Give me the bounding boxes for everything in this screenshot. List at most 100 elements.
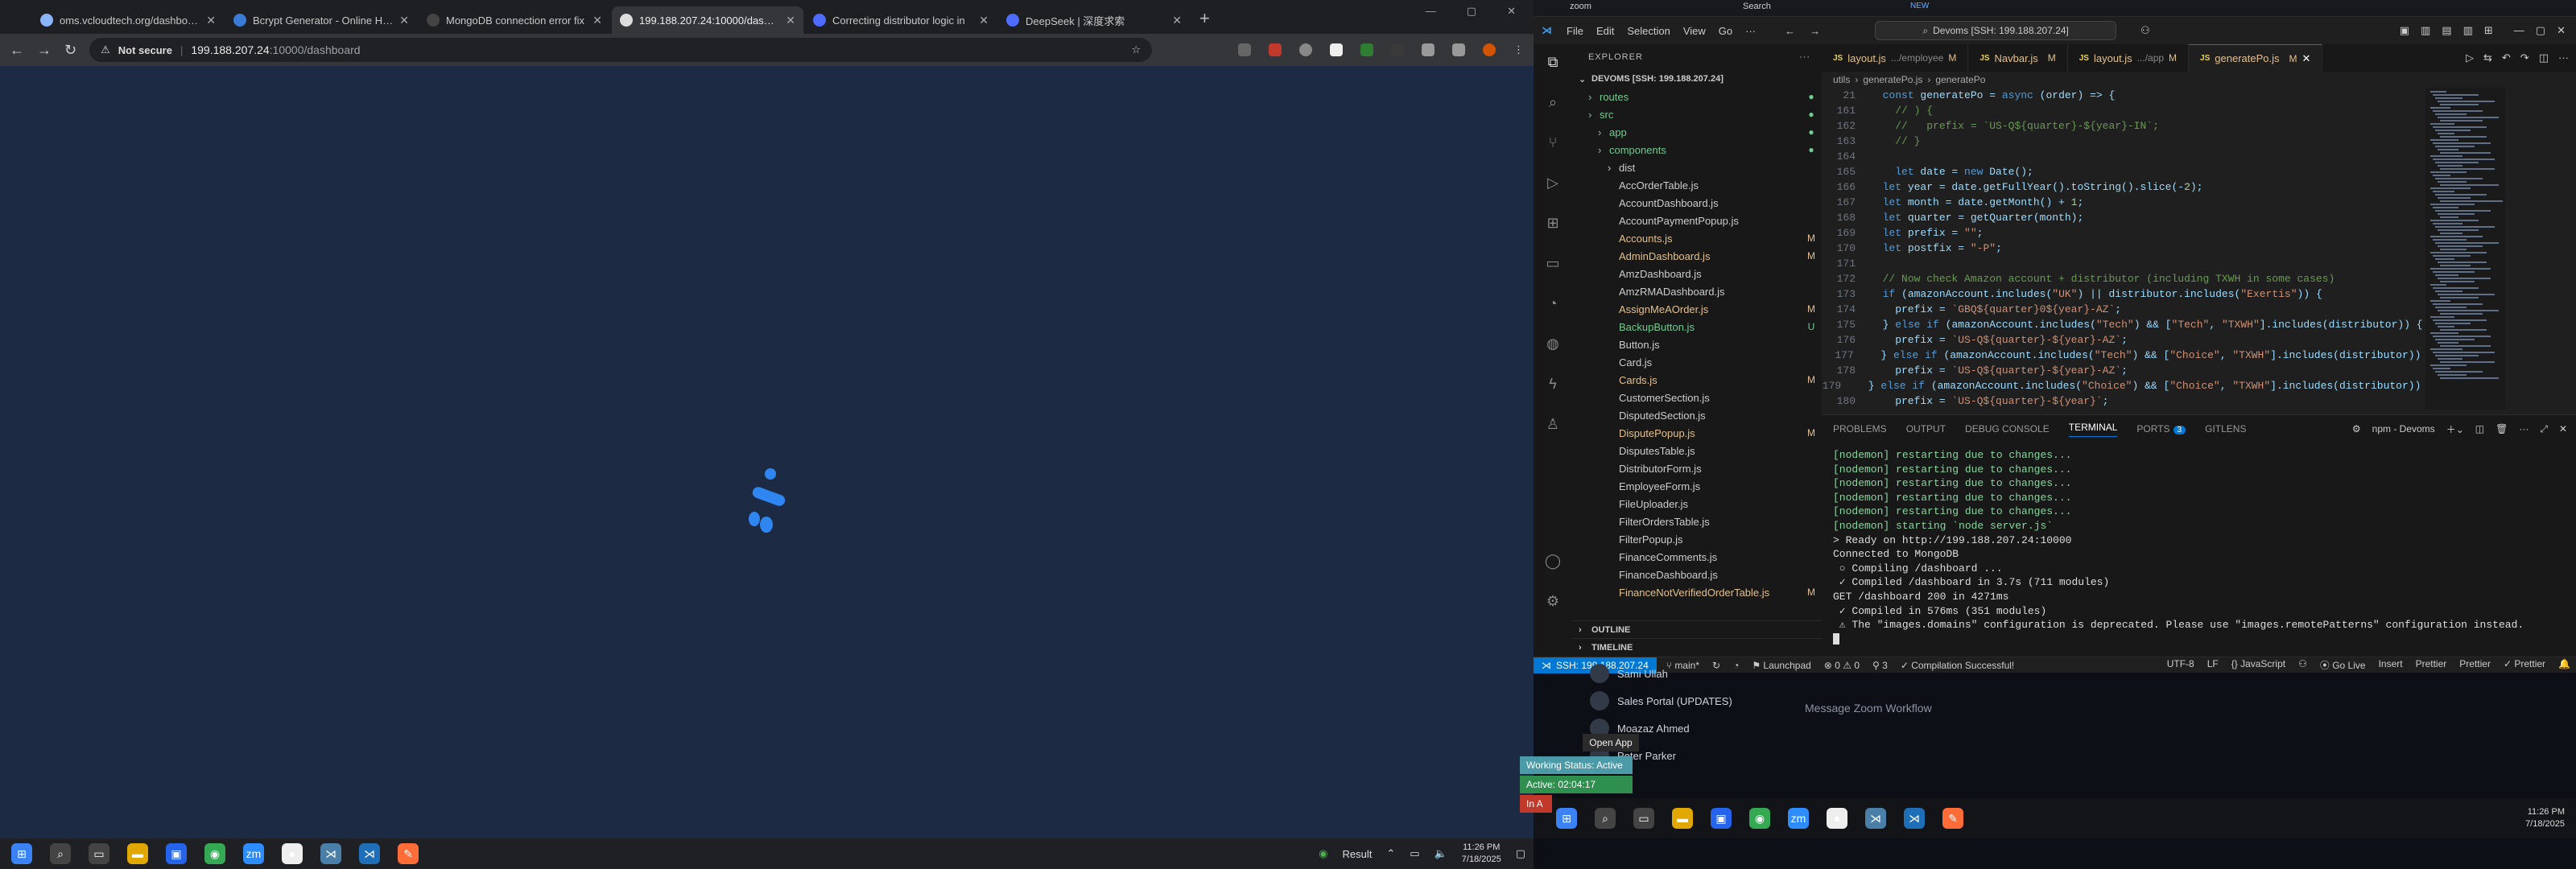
code-line[interactable]: 163 // } [1822, 134, 2434, 149]
maximize-icon[interactable]: ▢ [2536, 24, 2545, 37]
search-icon[interactable]: ⌕ [50, 843, 71, 864]
breadcrumb-item[interactable]: utils [1833, 74, 1850, 85]
code-line[interactable]: 174 prefix = `GBQ${quarter}0${year}-AZ`; [1822, 302, 2434, 317]
explorer-file[interactable]: DisputePopup.js M [1572, 424, 1822, 442]
vscode-active-icon[interactable]: ⋊ [359, 843, 380, 864]
code-line[interactable]: 162 // prefix = `US-Q${quarter}-${year}-… [1822, 118, 2434, 134]
taskview-icon[interactable]: ▭ [1633, 808, 1654, 829]
close-icon[interactable]: ✕ [2557, 24, 2566, 37]
postman-icon[interactable]: ✎ [398, 843, 419, 864]
insert-mode[interactable]: Insert [2379, 658, 2403, 672]
code-line[interactable]: 169 let prefix = ""; [1822, 225, 2434, 241]
open-app-tooltip[interactable]: Open App [1583, 734, 1639, 752]
extension-icon[interactable] [1360, 43, 1373, 56]
start-icon[interactable]: ⊞ [1556, 808, 1577, 829]
editor-tab[interactable]: JS layout.js .../app M [2068, 44, 2190, 72]
more-actions-icon[interactable]: ··· [2558, 51, 2569, 64]
workspace-root[interactable]: ⌄ DEVOMS [SSH: 199.188.207.24] [1572, 70, 1822, 88]
extension-icon[interactable] [1330, 43, 1343, 56]
compile-status[interactable]: ✓ Compilation Successful! [1901, 660, 2014, 671]
code-line[interactable]: 165 let date = new Date(); [1822, 164, 2434, 179]
explorer-file[interactable]: FinanceDashboard.js [1572, 566, 1822, 583]
breadcrumb-item[interactable]: generatePo [1935, 74, 1985, 85]
code-line[interactable]: 168 let quarter = getQuarter(month); [1822, 210, 2434, 225]
tab-close-icon[interactable]: ✕ [2302, 52, 2311, 65]
maximize-panel-icon[interactable]: ⤢ [2540, 423, 2548, 435]
explorer-file[interactable]: BackupButton.js U [1572, 318, 1822, 336]
vscode-icon[interactable]: ⋊ [320, 843, 341, 864]
code-line[interactable]: 180 prefix = `US-Q${quarter}-${year}`; [1822, 393, 2434, 409]
breadcrumb-item[interactable]: generatePo.js [1863, 74, 1922, 85]
chat-list-item[interactable]: Sami Ullah [1590, 660, 1775, 687]
git-forward-icon[interactable]: ↷ [2520, 51, 2529, 64]
browser-tab[interactable]: 199.188.207.24:10000/dashboa ✕ [612, 6, 803, 34]
explorer-file[interactable]: FilterPopup.js [1572, 530, 1822, 548]
taskview-icon[interactable]: ▭ [89, 843, 109, 864]
warning-icon[interactable]: ⚠ [101, 43, 110, 56]
explorer-folder[interactable]: › src ● [1572, 105, 1822, 123]
back-icon[interactable]: ← [10, 42, 24, 59]
panel-toggle-icon[interactable]: ▤ [2442, 24, 2451, 37]
github-icon[interactable]: ◍ [1543, 336, 1563, 355]
code-line[interactable]: 172 // Now check Amazon account + distri… [1822, 271, 2434, 286]
explorer-file[interactable]: AssignMeAOrder.js M [1572, 300, 1822, 318]
postman-icon[interactable]: ✎ [1942, 808, 1963, 829]
explorer-file[interactable]: AccountPaymentPopup.js [1572, 212, 1822, 229]
more-actions-icon[interactable]: ··· [2519, 423, 2529, 434]
zoom-search[interactable]: Search [1743, 2, 1771, 11]
start-icon[interactable]: ⊞ [11, 843, 32, 864]
extensions-puzzle-icon[interactable] [1422, 43, 1435, 56]
explorer-folder[interactable]: › dist [1572, 159, 1822, 176]
vscode-active-icon[interactable]: ⋊ [1904, 808, 1925, 829]
system-clock[interactable]: 11:26 PM 7/18/2025 [2525, 798, 2565, 838]
zoom-icon[interactable]: zm [243, 843, 264, 864]
app-icon[interactable]: ● [1827, 808, 1847, 829]
accounts-icon[interactable]: ◯ [1543, 553, 1563, 572]
weather-icon[interactable]: ◉ [1319, 847, 1327, 860]
file-explorer-icon[interactable]: ▬ [1672, 808, 1693, 829]
tab-close-icon[interactable]: ✕ [786, 14, 795, 27]
outline-section[interactable]: › OUTLINE [1572, 620, 1822, 638]
remote-explorer-icon[interactable]: ▭ [1543, 255, 1563, 274]
close-panel-icon[interactable]: ✕ [2559, 423, 2567, 434]
explorer-file[interactable]: AdminDashboard.js M [1572, 247, 1822, 265]
prettier-indicator[interactable]: Prettier [2459, 658, 2491, 672]
split-terminal-icon[interactable]: ◫ [2475, 423, 2484, 434]
maximize-icon[interactable]: ▢ [1467, 5, 1476, 18]
customize-layout-icon[interactable]: ⊞ [2484, 24, 2493, 37]
git-back-icon[interactable]: ↶ [2502, 51, 2511, 64]
reload-icon[interactable]: ↻ [64, 42, 76, 59]
terminal-output[interactable]: [nodemon] restarting due to changes... [n… [1822, 443, 2576, 645]
explorer-file[interactable]: AccOrderTable.js [1572, 176, 1822, 194]
prettier-indicator[interactable]: ✓ Prettier [2504, 658, 2545, 672]
explorer-file[interactable]: FilterOrdersTable.js [1572, 513, 1822, 530]
forward-icon[interactable]: → [37, 42, 52, 59]
browser-tab[interactable]: MongoDB connection error fix ✕ [419, 6, 610, 34]
panel-tab[interactable]: GITLENS [2205, 423, 2246, 434]
extension-icon[interactable] [1391, 43, 1404, 56]
notification-icon[interactable]: ▢ [1516, 847, 1525, 860]
network-icon[interactable]: ▭ [1410, 847, 1419, 860]
menu-item[interactable]: File [1567, 25, 1583, 37]
code-line[interactable]: 21 const generatePo = async (order) => { [1822, 88, 2434, 103]
minimize-icon[interactable]: — [2514, 24, 2524, 37]
encoding-indicator[interactable]: UTF-8 [2167, 658, 2194, 672]
explorer-folder[interactable]: › app ● [1572, 123, 1822, 141]
extension-icon[interactable] [1269, 43, 1282, 56]
url-text[interactable]: 199.188.207.24:10000/dashboard [191, 43, 360, 56]
code-line[interactable]: 176 prefix = `US-Q${quarter}-${year}-AZ`… [1822, 332, 2434, 348]
explorer-file[interactable]: DisputedSection.js [1572, 406, 1822, 424]
new-terminal-icon[interactable]: ＋⌄ [2446, 422, 2464, 436]
editor-tab[interactable]: JS Navbar.js M [1968, 44, 2068, 72]
new-tab-button[interactable]: + [1199, 8, 1210, 29]
layout-icon[interactable]: ▣ [2400, 24, 2409, 37]
menu-kebab-icon[interactable]: ⋮ [1513, 43, 1524, 56]
language-indicator[interactable]: {} JavaScript [2231, 658, 2285, 672]
sidebar-toggle-icon[interactable]: ▥ [2421, 24, 2430, 37]
secondary-sidebar-icon[interactable]: ▥ [2463, 24, 2473, 37]
minimap[interactable] [2425, 88, 2506, 410]
system-clock[interactable]: 11:26 PM 7/18/2025 [1462, 842, 1501, 866]
explorer-folder[interactable]: › components ● [1572, 141, 1822, 159]
explorer-file[interactable]: AccountDashboard.js [1572, 194, 1822, 212]
tab-close-icon[interactable]: ✕ [592, 14, 602, 27]
